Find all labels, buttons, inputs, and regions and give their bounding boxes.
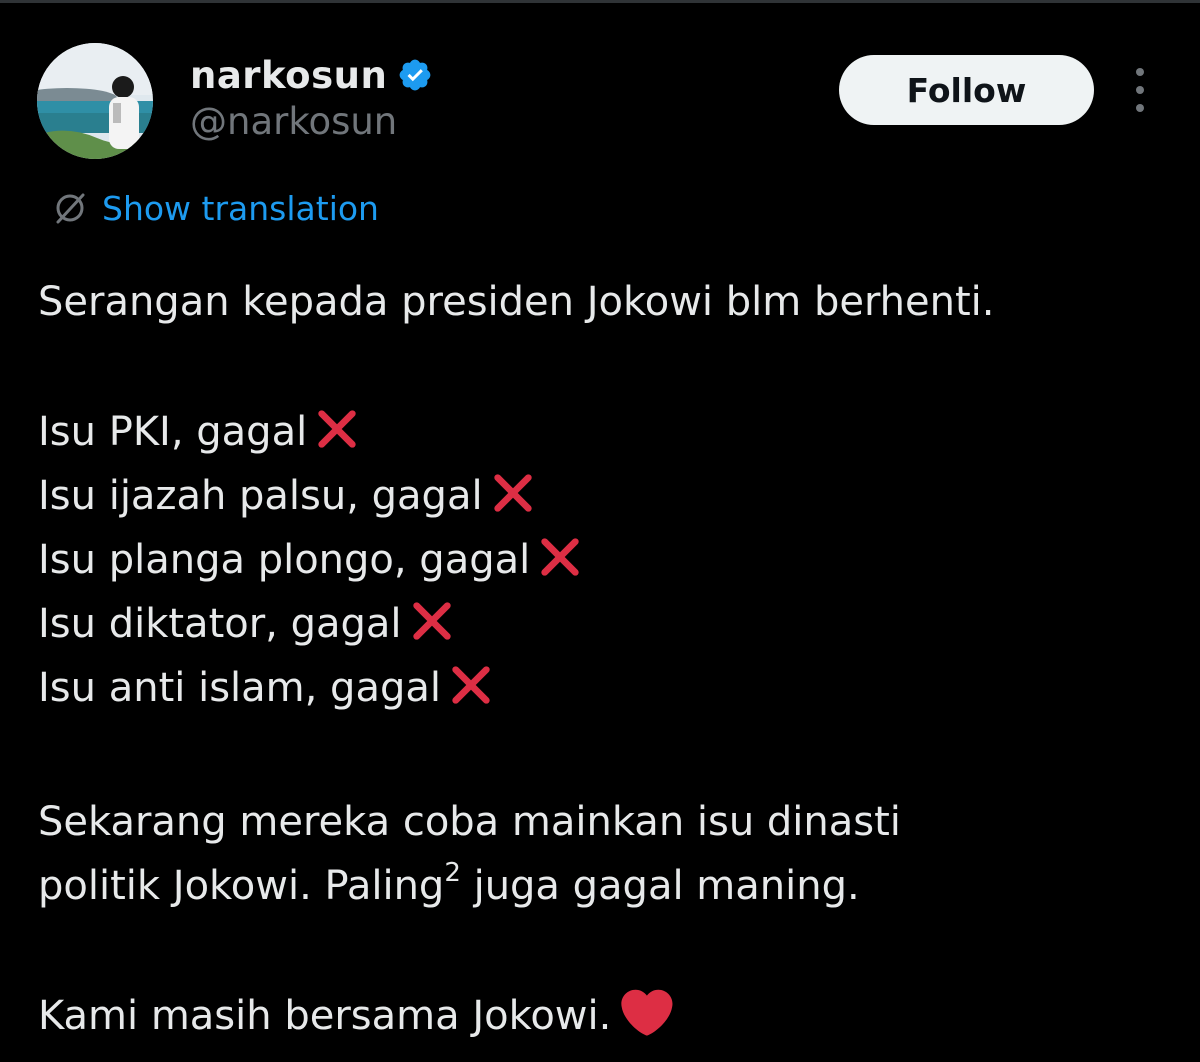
issue-line: Isu diktator, gagal <box>38 592 456 656</box>
verified-badge-icon <box>399 59 431 91</box>
more-dot <box>1136 104 1144 112</box>
issue-line: Isu planga plongo, gagal <box>38 528 584 592</box>
display-name[interactable]: narkosun <box>190 54 387 97</box>
issue-text: Isu diktator, gagal <box>38 601 402 647</box>
red-heart-icon <box>621 989 673 1036</box>
para2b-text-b: juga gagal maning. <box>460 863 860 909</box>
top-divider <box>0 0 1200 3</box>
more-dot <box>1136 68 1144 76</box>
issue-text: Isu anti islam, gagal <box>38 665 441 711</box>
follow-button[interactable]: Follow <box>839 55 1094 125</box>
avatar[interactable] <box>37 43 153 159</box>
closing-text: Kami masih bersama Jokowi. <box>38 993 612 1039</box>
issue-text: Isu PKI, gagal <box>38 409 308 455</box>
cross-mark-icon <box>493 474 532 512</box>
tweet-line-para2b: politik Jokowi. Paling2 juga gagal manin… <box>38 854 860 918</box>
cross-mark-icon <box>318 410 356 448</box>
cross-mark-icon <box>541 538 579 576</box>
issue-text: Isu ijazah palsu, gagal <box>38 473 483 519</box>
cross-mark-icon <box>452 666 490 704</box>
cross-mark-icon <box>412 602 451 640</box>
more-vertical-icon[interactable] <box>1128 68 1152 112</box>
issue-line: Isu ijazah palsu, gagal <box>38 464 537 528</box>
para2b-text-a: politik Jokowi. Paling <box>38 863 445 909</box>
author-handle[interactable]: @narkosun <box>190 100 397 143</box>
tweet-line-para2a: Sekarang mereka coba mainkan isu dinasti <box>38 799 901 845</box>
issue-text: Isu planga plongo, gagal <box>38 537 531 583</box>
issue-line: Isu anti islam, gagal <box>38 656 495 720</box>
translate-icon <box>56 193 85 224</box>
issue-line: Isu PKI, gagal <box>38 400 361 464</box>
tweet-line-intro: Serangan kepada presiden Jokowi blm berh… <box>38 279 995 325</box>
superscript: 2 <box>444 858 461 888</box>
show-translation-label: Show translation <box>102 188 379 228</box>
tweet-line-closing: Kami masih bersama Jokowi. <box>38 984 675 1048</box>
author-name-row[interactable]: narkosun <box>190 50 433 100</box>
avatar-image <box>37 43 153 159</box>
show-translation-link[interactable]: Show translation <box>50 188 379 228</box>
more-dot <box>1136 86 1144 94</box>
